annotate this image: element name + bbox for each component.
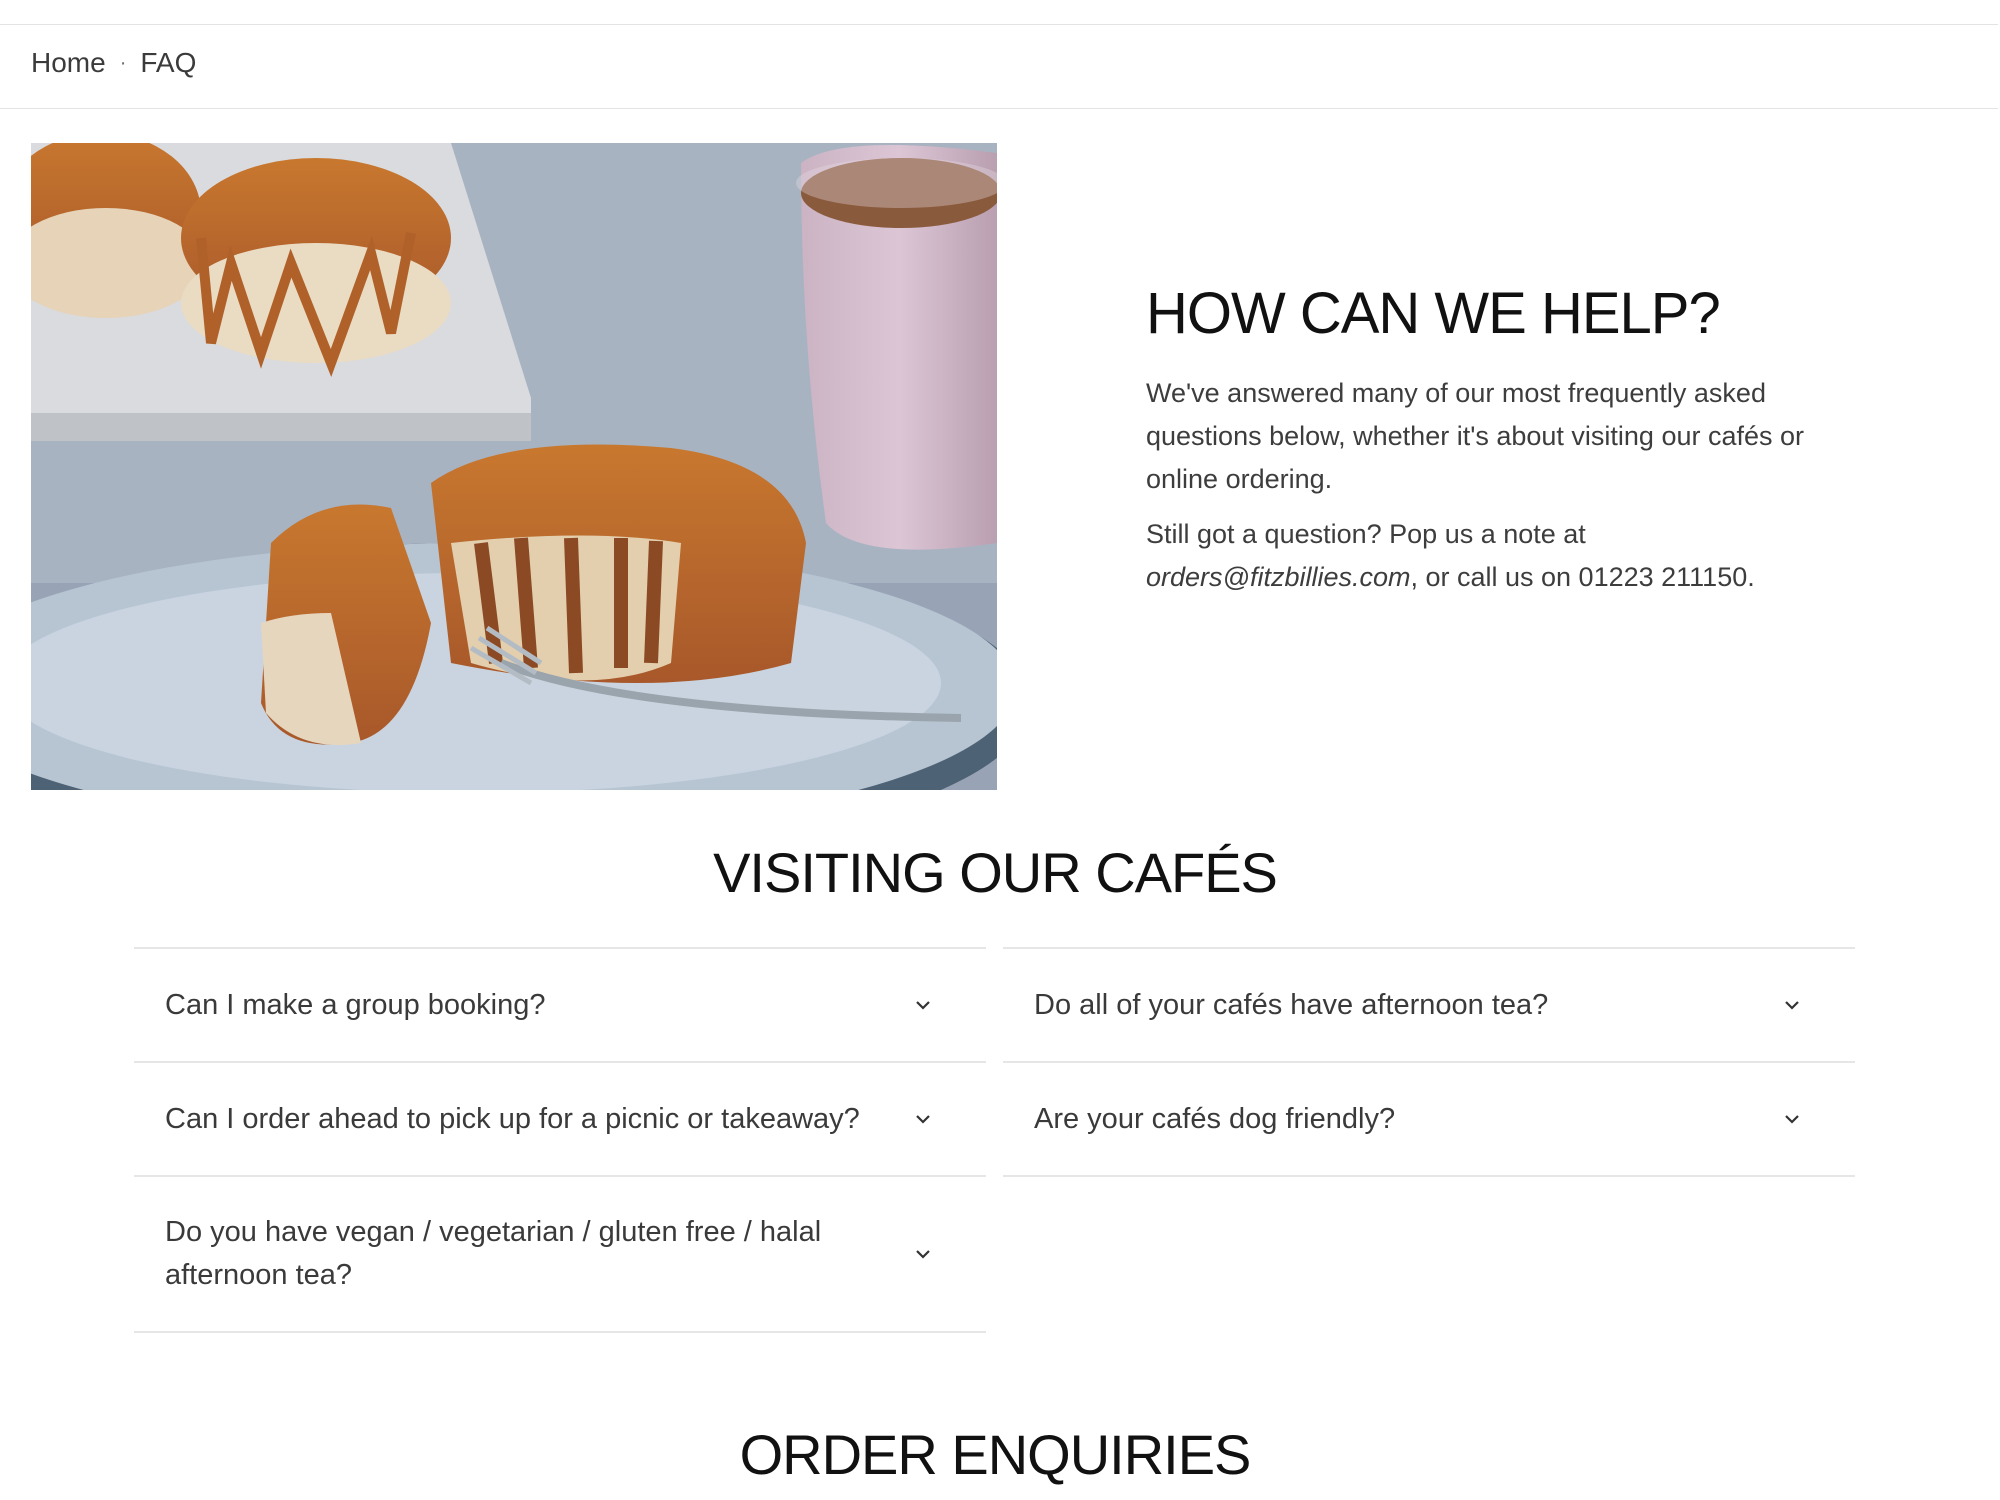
help-heading: HOW CAN WE HELP? xyxy=(1146,281,1721,346)
help-paragraph: We've answered many of our most frequent… xyxy=(1146,378,1805,494)
chevron-down-icon xyxy=(1785,1115,1799,1124)
breadcrumb-home-link[interactable]: Home xyxy=(31,47,106,79)
chevron-down-icon xyxy=(916,1001,930,1010)
faq-list-right: Do all of your cafés have afternoon tea?… xyxy=(1003,947,1855,1177)
breadcrumb-divider xyxy=(0,108,1998,109)
faq-divider xyxy=(1003,1175,1855,1177)
faq-list-left: Can I make a group booking? Can I order … xyxy=(134,947,986,1333)
contact-paragraph: Still got a question? Pop us a note at o… xyxy=(1146,513,1826,599)
faq-item[interactable]: Are your cafés dog friendly? xyxy=(1003,1061,1855,1175)
faq-item[interactable]: Do all of your cafés have afternoon tea? xyxy=(1003,947,1855,1061)
faq-item[interactable]: Can I make a group booking? xyxy=(134,947,986,1061)
chevron-down-icon xyxy=(916,1250,930,1259)
faq-question: Do you have vegan / vegetarian / gluten … xyxy=(165,1216,822,1291)
breadcrumb-current: FAQ xyxy=(140,46,197,78)
faq-divider xyxy=(134,1331,986,1333)
chevron-down-icon xyxy=(1785,1001,1799,1010)
faq-item[interactable]: Do you have vegan / vegetarian / gluten … xyxy=(134,1175,986,1331)
faq-question: Can I make a group booking? xyxy=(165,988,546,1021)
faq-item[interactable]: Can I order ahead to pick up for a picni… xyxy=(134,1061,986,1175)
header-divider xyxy=(0,24,1998,25)
faq-question: Do all of your cafés have afternoon tea? xyxy=(1034,988,1549,1021)
faq-question: Can I order ahead to pick up for a picni… xyxy=(165,1102,860,1135)
breadcrumb: Home · FAQ xyxy=(31,40,196,85)
breadcrumb-separator: · xyxy=(119,51,127,74)
chevron-down-icon xyxy=(916,1115,930,1124)
section-title-visiting: VISITING OUR CAFÉS xyxy=(713,841,1278,904)
hero-image xyxy=(31,143,997,790)
faq-question: Are your cafés dog friendly? xyxy=(1034,1102,1396,1135)
email-link[interactable]: orders@fitzbillies.com xyxy=(1146,562,1410,592)
contact-suffix: , or call us on 01223 211150. xyxy=(1410,562,1755,592)
help-intro: We've answered many of our most frequent… xyxy=(1146,372,1826,611)
section-title-orders: ORDER ENQUIRIES xyxy=(739,1423,1252,1486)
contact-prefix: Still got a question? Pop us a note at xyxy=(1146,519,1586,549)
